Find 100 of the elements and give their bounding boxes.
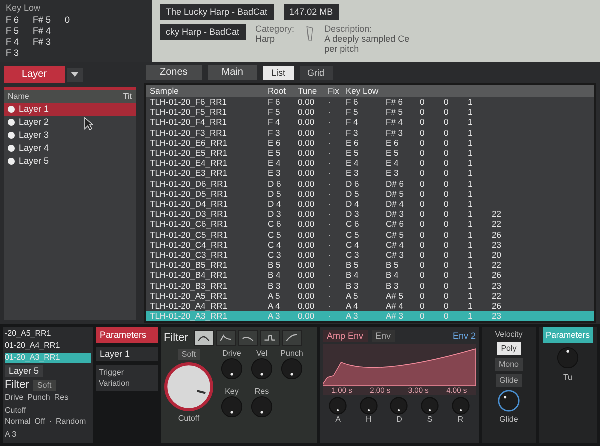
knob-label: D bbox=[396, 415, 402, 424]
soft-button[interactable]: Soft bbox=[33, 380, 56, 390]
layer-tab[interactable]: Layer bbox=[4, 66, 66, 83]
knob-label: Vel bbox=[256, 349, 268, 358]
dropdown-button[interactable] bbox=[67, 68, 84, 82]
layer-item[interactable]: Layer 4 bbox=[4, 142, 136, 155]
list-item[interactable]: Variation bbox=[99, 379, 155, 388]
zones-dropdown[interactable]: Zones bbox=[146, 65, 202, 80]
table-row[interactable]: TLH-01-20_C5_RR1 C 5 0.00 · C 5 C# 5 0 0 1 26 bbox=[146, 230, 594, 240]
filter-mode-button[interactable] bbox=[194, 330, 214, 346]
knob-label: S bbox=[427, 415, 433, 424]
zone-item[interactable]: -20_A5_RR1 bbox=[5, 329, 91, 339]
instrument-name-field[interactable]: The Lucky Harp - BadCat bbox=[160, 4, 274, 20]
voice-mode-button[interactable]: Poly bbox=[497, 342, 521, 355]
knob[interactable] bbox=[498, 390, 520, 412]
parameter-value: · bbox=[49, 417, 52, 426]
layer-item[interactable]: Layer 1 bbox=[4, 103, 136, 116]
knob-label: Drive bbox=[222, 349, 242, 358]
knob-label: Res bbox=[254, 387, 270, 396]
zone-item[interactable]: 01-20_A4_RR1 bbox=[5, 341, 91, 351]
layer-item[interactable]: Layer 3 bbox=[4, 129, 136, 142]
table-row[interactable]: TLH-01-20_F4_RR1 F 4 0.00 · F 4 F# 4 0 0 1 bbox=[146, 117, 594, 128]
knob-label: A bbox=[336, 415, 341, 424]
knob-label: Tu bbox=[563, 373, 573, 382]
table-row[interactable]: TLH-01-20_E6_RR1 E 6 0.00 · E 6 E 6 0 0 1 bbox=[146, 138, 594, 148]
parameter-value: Off bbox=[34, 417, 46, 426]
filter-mode-button[interactable] bbox=[238, 330, 258, 346]
table-row[interactable]: TLH-01-20_B3_RR1 B 3 0.00 · B 3 B 3 0 0 1 23 bbox=[146, 280, 594, 291]
column-header: Tit bbox=[123, 92, 132, 101]
table-row[interactable]: TLH-01-20_D6_RR1 D 6 0.00 · D 6 D# 6 0 0 1 bbox=[146, 178, 594, 189]
filter-mode-button[interactable] bbox=[282, 330, 302, 346]
parameter-value: A 3 bbox=[5, 430, 17, 439]
cutoff-knob[interactable] bbox=[164, 362, 214, 412]
table-row[interactable]: TLH-01-20_F5_RR1 F 5 0.00 · F 5 F# 5 0 0 1 bbox=[146, 107, 594, 118]
table-cell: F# 5 bbox=[33, 15, 52, 26]
filter-curve-icon bbox=[284, 332, 300, 344]
envelope-tab[interactable]: Amp Env bbox=[323, 330, 368, 342]
layer-field: Layer 1 bbox=[96, 347, 158, 361]
table-row[interactable]: TLH-01-20_D5_RR1 D 5 0.00 · D 5 D# 5 0 0 1 bbox=[146, 188, 594, 200]
knob-label: Glide bbox=[500, 415, 518, 424]
filter-title: Filter bbox=[5, 379, 30, 391]
table-row[interactable]: TLH-01-20_E5_RR1 E 5 0.00 · E 5 E 5 0 0 1 bbox=[146, 148, 594, 158]
column-header: Fix bbox=[328, 85, 340, 97]
table-row[interactable]: TLH-01-20_C6_RR1 C 6 0.00 · C 6 C# 6 0 0 1 22 bbox=[146, 219, 594, 230]
column-header: Name bbox=[8, 92, 30, 101]
size-label: 147.02 MB bbox=[284, 4, 340, 20]
filter-title: Filter bbox=[164, 332, 188, 344]
knob-label: Cutoff bbox=[178, 414, 200, 423]
list-item[interactable]: Trigger bbox=[99, 368, 155, 377]
table-cell: F# 3 bbox=[33, 37, 52, 48]
table-row[interactable]: TLH-01-20_B4_RR1 B 4 0.00 · B 4 B 4 0 0 1 26 bbox=[146, 270, 594, 281]
view-tab[interactable]: Grid bbox=[300, 66, 333, 80]
column-header: Sample bbox=[149, 85, 180, 97]
main-dropdown[interactable]: Main bbox=[208, 65, 258, 80]
table-row[interactable]: TLH-01-20_E4_RR1 E 4 0.00 · E 4 E 4 0 0 1 bbox=[146, 158, 594, 168]
table-row[interactable]: TLH-01-20_F3_RR1 F 3 0.00 · F 3 F# 3 0 0 1 bbox=[146, 128, 594, 138]
column-header: Key Low bbox=[346, 85, 380, 97]
view-tab[interactable]: List bbox=[263, 66, 294, 80]
knob-label: Punch bbox=[28, 393, 50, 402]
category-value: Harp bbox=[256, 34, 276, 44]
layer-item[interactable]: Layer 5 bbox=[4, 155, 136, 168]
table-row[interactable]: TLH-01-20_D4_RR1 D 4 0.00 · D 4 D# 4 0 0 1 bbox=[146, 199, 594, 210]
parameter-value: Random bbox=[56, 417, 86, 426]
filter-mode-button[interactable] bbox=[260, 330, 280, 346]
filter-mode-button[interactable] bbox=[216, 330, 236, 346]
table-row[interactable]: TLH-01-20_F6_RR1 F 6 0.00 · F 6 F# 6 0 0 1 bbox=[146, 97, 594, 108]
glide-button[interactable]: Glide bbox=[496, 374, 522, 387]
column-header: Tune bbox=[298, 85, 318, 97]
envelope-tab[interactable]: Env bbox=[372, 330, 396, 342]
layer-item[interactable]: Layer 2 bbox=[4, 116, 136, 129]
mouse-cursor-icon bbox=[84, 117, 94, 131]
instrument-name-field[interactable]: cky Harp - BadCat bbox=[160, 24, 246, 40]
velocity-label: Velocity bbox=[495, 330, 523, 339]
table-row[interactable]: TLH-01-20_A5_RR1 A 5 0.00 · A 5 A# 5 0 0 1 22 bbox=[146, 290, 594, 302]
parameters-button[interactable]: Parameters bbox=[96, 327, 158, 343]
column-header: Root bbox=[268, 85, 287, 97]
table-row[interactable]: TLH-01-20_A4_RR1 A 4 0.00 · A 4 A# 4 0 0 1 26 bbox=[146, 301, 594, 312]
table-row[interactable]: TLH-01-20_E3_RR1 E 3 0.00 · E 3 E 3 0 0 1 bbox=[146, 168, 594, 179]
soft-button[interactable]: Soft bbox=[178, 349, 200, 360]
layer-field: Layer 5 bbox=[5, 365, 44, 377]
voice-mode-button[interactable]: Mono bbox=[494, 358, 523, 371]
description-text: A deeply sampled Ce bbox=[324, 34, 410, 44]
column-header: Key Low bbox=[6, 3, 42, 13]
knob-label: R bbox=[458, 415, 464, 424]
table-cell: 0 bbox=[65, 15, 70, 26]
table-row[interactable]: TLH-01-20_C3_RR1 C 3 0.00 · C 3 C# 3 0 0 1 20 bbox=[146, 250, 594, 260]
knob-label: Punch bbox=[280, 349, 304, 358]
table-row[interactable]: TLH-01-20_D3_RR1 D 3 0.00 · D 3 D# 3 0 0 1 22 bbox=[146, 209, 594, 220]
table-cell: F 3 bbox=[6, 48, 20, 59]
knob-label: Res bbox=[54, 393, 69, 402]
table-row[interactable]: TLH-01-20_C4_RR1 C 4 0.00 · C 4 C# 4 0 0 1 23 bbox=[146, 240, 594, 250]
filter-curve-icon bbox=[218, 332, 234, 344]
category-label: Category: bbox=[256, 24, 295, 34]
description-label: Description: bbox=[324, 24, 374, 34]
table-cell: F# 4 bbox=[33, 26, 52, 37]
table-row[interactable]: TLH-01-20_B5_RR1 B 5 0.00 · B 5 B 5 0 0 1 22 bbox=[146, 260, 594, 270]
harp-icon bbox=[304, 24, 315, 44]
filter-curve-icon bbox=[262, 332, 278, 344]
knob-label: H bbox=[366, 415, 372, 424]
description-text: per pitch bbox=[324, 44, 360, 54]
